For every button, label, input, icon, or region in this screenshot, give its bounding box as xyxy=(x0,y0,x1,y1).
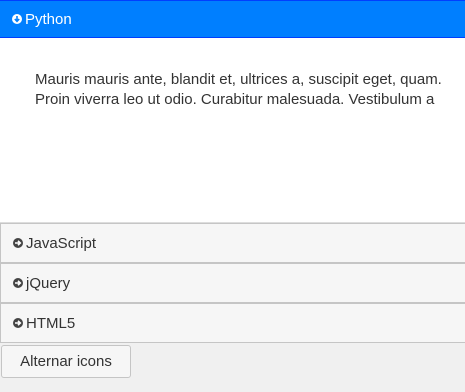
accordion-header-label: Python xyxy=(25,10,72,28)
toggle-icons-button[interactable]: Alternar icons xyxy=(1,345,131,378)
accordion-header-label: HTML5 xyxy=(26,314,76,332)
arrow-right-circle-icon xyxy=(13,238,23,248)
accordion-header-javascript[interactable]: JavaScript xyxy=(0,223,465,263)
accordion: Python Mauris mauris ante, blandit et, u… xyxy=(0,0,465,343)
accordion-header-html5[interactable]: HTML5 xyxy=(0,303,465,343)
arrow-right-circle-icon xyxy=(13,318,23,328)
panel-text-line: Proin viverra leo ut odio. Curabitur mal… xyxy=(35,91,435,108)
accordion-header-jquery[interactable]: jQuery xyxy=(0,263,465,303)
panel-text-line: Mauris mauris ante, blandit et, ultrices… xyxy=(35,71,442,88)
arrow-right-circle-icon xyxy=(13,278,23,288)
accordion-header-python[interactable]: Python xyxy=(0,0,465,38)
arrow-down-circle-icon xyxy=(12,14,22,24)
accordion-panel-python: Mauris mauris ante, blandit et, ultrices… xyxy=(0,38,465,223)
accordion-header-label: jQuery xyxy=(26,274,71,292)
accordion-header-label: JavaScript xyxy=(26,234,97,252)
